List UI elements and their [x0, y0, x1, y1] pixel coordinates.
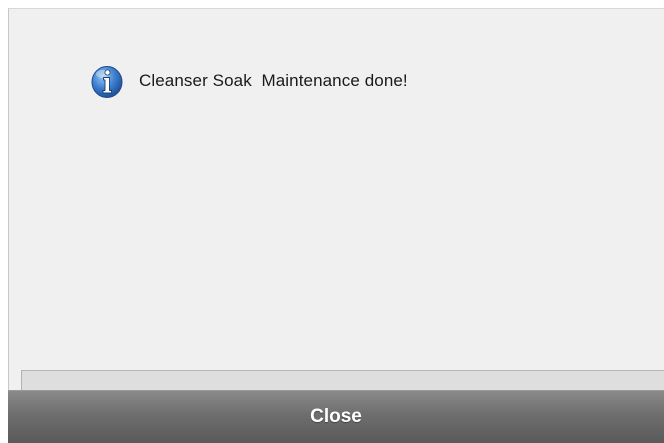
message-text: Cleanser Soak Maintenance done! — [139, 71, 408, 90]
window-top-strip — [0, 0, 664, 8]
message-row: Cleanser Soak Maintenance done! — [89, 61, 408, 101]
close-button-label: Close — [310, 406, 362, 427]
message-dialog: Cleanser Soak Maintenance done! — [8, 8, 664, 443]
info-icon — [91, 66, 123, 98]
close-button[interactable]: Close — [8, 390, 664, 443]
